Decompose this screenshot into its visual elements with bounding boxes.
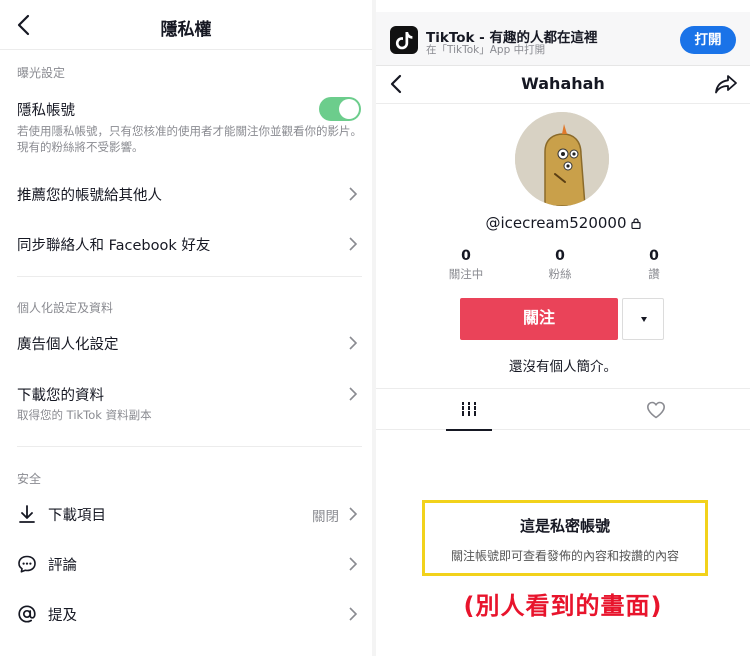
caret-down-icon: [641, 317, 647, 322]
downloads-value: 關閉: [312, 509, 339, 525]
stat-value: 0: [555, 248, 565, 264]
section-header-safety: 安全: [17, 472, 42, 486]
annotation-caption: (別人看到的畫面): [463, 592, 663, 620]
private-notice-description: 關注帳號即可查看發佈的內容和按讚的內容: [450, 549, 679, 563]
tiktok-logo-icon: [390, 26, 418, 54]
private-account-toggle[interactable]: [319, 97, 361, 121]
profile-handle: @icecream520000: [376, 214, 750, 232]
open-app-button[interactable]: 打開: [680, 26, 736, 54]
ad-personalization-row[interactable]: 廣告個人化設定: [0, 325, 372, 361]
content-tabs: [376, 388, 750, 431]
follow-button[interactable]: 關注: [460, 298, 618, 340]
stat-label: 粉絲: [548, 267, 572, 281]
private-account-notice: 這是私密帳號 關注帳號即可查看發佈的內容和按讚的內容: [422, 500, 708, 576]
ad-personalization-label: 廣告個人化設定: [17, 337, 119, 353]
profile-view-panel: TikTok - 有趣的人都在這裡 在「TikTok」App 中打開 打開 Wa…: [376, 0, 750, 656]
comments-label: 評論: [48, 558, 77, 574]
downloads-label: 下載項目: [48, 508, 106, 524]
chevron-right-icon: [349, 237, 358, 251]
stat-label: 關注中: [448, 267, 484, 281]
stat-following[interactable]: 0 關注中: [426, 248, 506, 282]
section-divider: [17, 276, 362, 277]
banner-subtitle: 在「TikTok」App 中打開: [426, 44, 546, 56]
page-title: 隱私權: [160, 20, 212, 40]
lock-icon: [630, 218, 641, 229]
heart-icon: [647, 401, 665, 419]
suggest-account-label: 推薦您的帳號給其他人: [17, 188, 162, 204]
private-account-row: 隱私帳號 若使用隱私帳號，只有您核准的使用者才能關注你並觀看你的影片。現有的粉絲…: [0, 92, 372, 158]
profile-bio: 還沒有個人簡介。: [509, 359, 617, 375]
handle-text: @icecream520000: [485, 214, 627, 232]
chevron-right-icon: [349, 187, 358, 201]
profile-username: Wahahah: [521, 74, 605, 93]
private-account-label: 隱私帳號: [17, 103, 75, 119]
private-account-description: 若使用隱私帳號，只有您核准的使用者才能關注你並觀看你的影片。現有的粉絲將不受影響…: [17, 124, 362, 154]
download-data-label: 下載您的資料: [17, 388, 104, 404]
sync-contacts-row[interactable]: 同步聯絡人和 Facebook 好友: [0, 226, 372, 262]
suggest-account-row[interactable]: 推薦您的帳號給其他人: [0, 176, 372, 212]
stat-followers[interactable]: 0 粉絲: [520, 248, 600, 282]
suggested-accounts-dropdown[interactable]: [622, 298, 664, 340]
chevron-right-icon: [349, 387, 358, 401]
mentions-label: 提及: [48, 608, 77, 624]
status-bar: [376, 0, 750, 12]
app-banner: TikTok - 有趣的人都在這裡 在「TikTok」App 中打開 打開: [376, 12, 750, 66]
download-icon: [19, 505, 35, 523]
active-tab-indicator: [446, 429, 492, 431]
tab-liked[interactable]: [644, 389, 668, 430]
toggle-knob: [339, 99, 359, 119]
private-notice-title: 這是私密帳號: [519, 517, 610, 535]
chevron-right-icon: [349, 507, 358, 521]
comments-row[interactable]: 評論: [0, 546, 372, 582]
stat-value: 0: [649, 248, 659, 264]
download-data-row[interactable]: 下載您的資料 取得您的 TikTok 資料副本: [0, 376, 372, 428]
download-data-sub: 取得您的 TikTok 資料副本: [17, 408, 152, 422]
stat-label: 讚: [648, 267, 660, 281]
tab-videos[interactable]: [446, 389, 492, 431]
chevron-right-icon: [349, 336, 358, 350]
stat-value: 0: [461, 248, 471, 264]
chevron-right-icon: [349, 607, 358, 621]
videos-grid-icon: [461, 402, 477, 416]
stat-likes[interactable]: 0 讚: [614, 248, 694, 282]
privacy-settings-panel: 隱私權 曝光設定 隱私帳號 若使用隱私帳號，只有您核准的使用者才能關注你並觀看你…: [0, 0, 372, 656]
top-nav-bar: 隱私權: [0, 0, 372, 50]
section-header-personalization: 個人化設定及資料: [17, 301, 114, 315]
comment-bubble-icon: [18, 555, 36, 573]
at-sign-icon: [18, 605, 36, 623]
mentions-row[interactable]: 提及: [0, 596, 372, 632]
chevron-right-icon: [349, 557, 358, 571]
section-divider: [17, 446, 362, 447]
downloads-row[interactable]: 下載項目 關閉: [0, 496, 372, 532]
avatar[interactable]: [515, 112, 609, 206]
share-arrow-icon[interactable]: [714, 74, 738, 94]
sync-contacts-label: 同步聯絡人和 Facebook 好友: [17, 238, 211, 254]
profile-nav-bar: Wahahah: [376, 66, 750, 104]
section-header-exposure: 曝光設定: [17, 66, 66, 80]
